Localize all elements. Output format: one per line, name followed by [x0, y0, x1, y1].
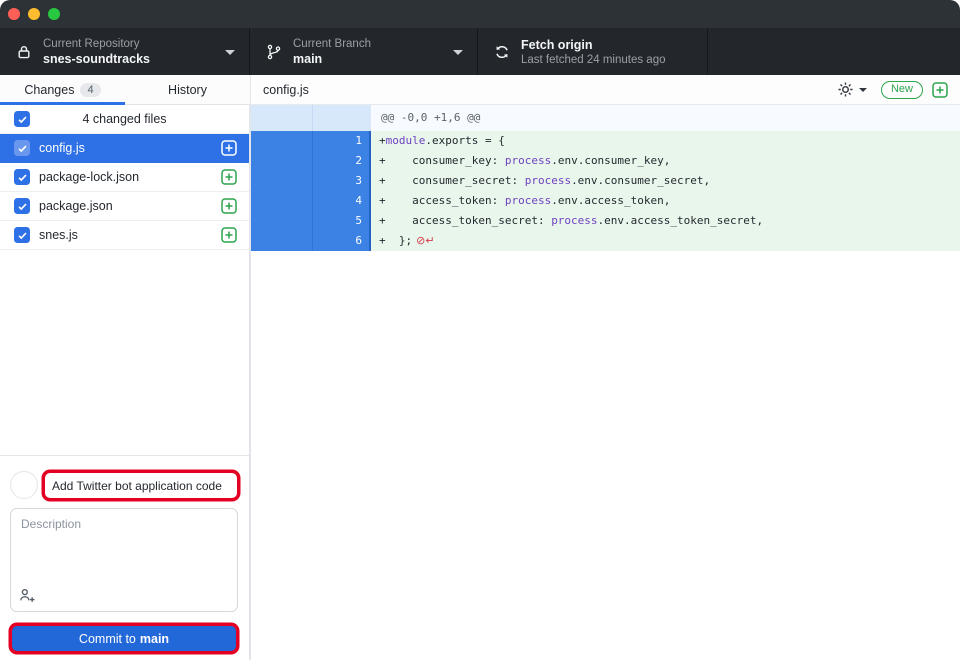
diff-pane-header: config.js New [250, 75, 960, 105]
expand-diff-button[interactable] [932, 82, 948, 98]
file-row[interactable]: package.json [0, 192, 249, 221]
git-branch-icon [266, 44, 282, 60]
commit-button-label: Commit to [79, 632, 136, 646]
lock-icon [16, 44, 32, 60]
branch-name: main [293, 51, 371, 67]
hunk-gutter-old [251, 105, 312, 131]
diff-line-code: +module.exports = { [371, 131, 960, 151]
file-name: config.js [39, 141, 221, 155]
add-coauthor-icon[interactable] [19, 587, 36, 604]
diff-line: 6 + };⊘↵ [251, 231, 960, 251]
diff-line-code: + consumer_secret: process.env.consumer_… [371, 171, 960, 191]
branch-label: Current Branch [293, 37, 371, 51]
file-row[interactable]: config.js [0, 134, 249, 163]
sidebar-tabs: Changes 4 History [0, 75, 250, 105]
added-file-icon [221, 227, 237, 243]
file-checkbox[interactable] [14, 198, 30, 214]
hunk-header-text: @@ -0,0 +1,6 @@ [371, 105, 960, 131]
titlebar [0, 0, 960, 28]
diff-line: 3 + consumer_secret: process.env.consume… [251, 171, 960, 191]
close-button[interactable] [8, 8, 20, 20]
diff-gutter-new[interactable]: 3 [312, 171, 371, 191]
diff-gutter-new[interactable]: 5 [312, 211, 371, 231]
diff-gutter-old[interactable] [251, 211, 312, 231]
added-file-icon [221, 140, 237, 156]
new-badge: New [881, 81, 923, 99]
hunk-gutter-new [312, 105, 371, 131]
chevron-down-icon[interactable] [859, 88, 867, 92]
files-header-label: 4 changed files [0, 112, 249, 126]
app-window: Current Repository snes-soundtracks Curr… [0, 0, 960, 660]
file-checkbox[interactable] [14, 169, 30, 185]
diff-line-code: + access_token: process.env.access_token… [371, 191, 960, 211]
diff-gutter-new[interactable]: 4 [312, 191, 371, 211]
tab-history[interactable]: History [125, 75, 250, 104]
tab-history-label: History [168, 83, 207, 97]
file-row[interactable]: package-lock.json [0, 163, 249, 192]
added-file-icon [221, 169, 237, 185]
diff-gutter-old[interactable] [251, 131, 312, 151]
commit-button-branch: main [140, 632, 169, 646]
sync-icon [494, 44, 510, 60]
chevron-down-icon [225, 50, 235, 55]
diff-gutter-old[interactable] [251, 191, 312, 211]
commit-description-box [10, 508, 238, 612]
diff-gutter-new[interactable]: 6 [312, 231, 371, 251]
current-branch-dropdown[interactable]: Current Branch main [250, 28, 478, 75]
file-name: package-lock.json [39, 170, 221, 184]
diff-line: 2 + consumer_key: process.env.consumer_k… [251, 151, 960, 171]
fetch-label: Fetch origin [521, 37, 666, 53]
tab-changes-label: Changes [24, 83, 74, 97]
zoom-button[interactable] [48, 8, 60, 20]
gear-icon[interactable] [837, 81, 854, 98]
diff-lines: 1 +module.exports = { 2 + consumer_key: … [251, 131, 960, 251]
diff-line: 1 +module.exports = { [251, 131, 960, 151]
file-checkbox[interactable] [14, 140, 30, 156]
hunk-header-row: @@ -0,0 +1,6 @@ [251, 105, 960, 131]
commit-button[interactable]: Commit to main [12, 626, 236, 651]
minimize-button[interactable] [28, 8, 40, 20]
commit-summary-input[interactable] [45, 473, 237, 498]
added-file-icon [221, 198, 237, 214]
current-repository-dropdown[interactable]: Current Repository snes-soundtracks [0, 28, 250, 75]
tab-changes[interactable]: Changes 4 [0, 75, 125, 104]
file-name: snes.js [39, 228, 221, 242]
fetch-status: Last fetched 24 minutes ago [521, 53, 666, 67]
fetch-origin-button[interactable]: Fetch origin Last fetched 24 minutes ago [478, 28, 708, 75]
diff-line-code: + access_token_secret: process.env.acces… [371, 211, 960, 231]
diff-file-tab: config.js [263, 83, 309, 97]
diff-gutter-new[interactable]: 1 [312, 131, 371, 151]
file-row[interactable]: snes.js [0, 221, 249, 250]
diff-line-code: + };⊘↵ [371, 231, 960, 251]
repository-label: Current Repository [43, 37, 150, 51]
changes-count-badge: 4 [80, 83, 100, 97]
commit-description-input[interactable] [11, 509, 237, 581]
toolbar: Current Repository snes-soundtracks Curr… [0, 28, 960, 75]
diff-gutter-new[interactable]: 2 [312, 151, 371, 171]
diff-line: 5 + access_token_secret: process.env.acc… [251, 211, 960, 231]
toolbar-filler [708, 28, 960, 75]
diff-line: 4 + access_token: process.env.access_tok… [251, 191, 960, 211]
file-name: package.json [39, 199, 221, 213]
diff-gutter-old[interactable] [251, 231, 312, 251]
repository-name: snes-soundtracks [43, 51, 150, 67]
diff-gutter-old[interactable] [251, 171, 312, 191]
diff-view: @@ -0,0 +1,6 @@ 1 +module.exports = { 2 … [250, 105, 960, 660]
file-checkbox[interactable] [14, 227, 30, 243]
select-all-checkbox[interactable] [14, 111, 30, 127]
diff-line-code: + consumer_key: process.env.consumer_key… [371, 151, 960, 171]
avatar [10, 471, 38, 499]
commit-panel: Commit to main [0, 455, 250, 660]
diff-gutter-old[interactable] [251, 151, 312, 171]
files-header-row: 4 changed files [0, 105, 249, 134]
changed-files-panel: 4 changed files config.js package-lock.j… [0, 105, 250, 455]
chevron-down-icon [453, 50, 463, 55]
file-list: config.js package-lock.json package.json… [0, 134, 249, 250]
